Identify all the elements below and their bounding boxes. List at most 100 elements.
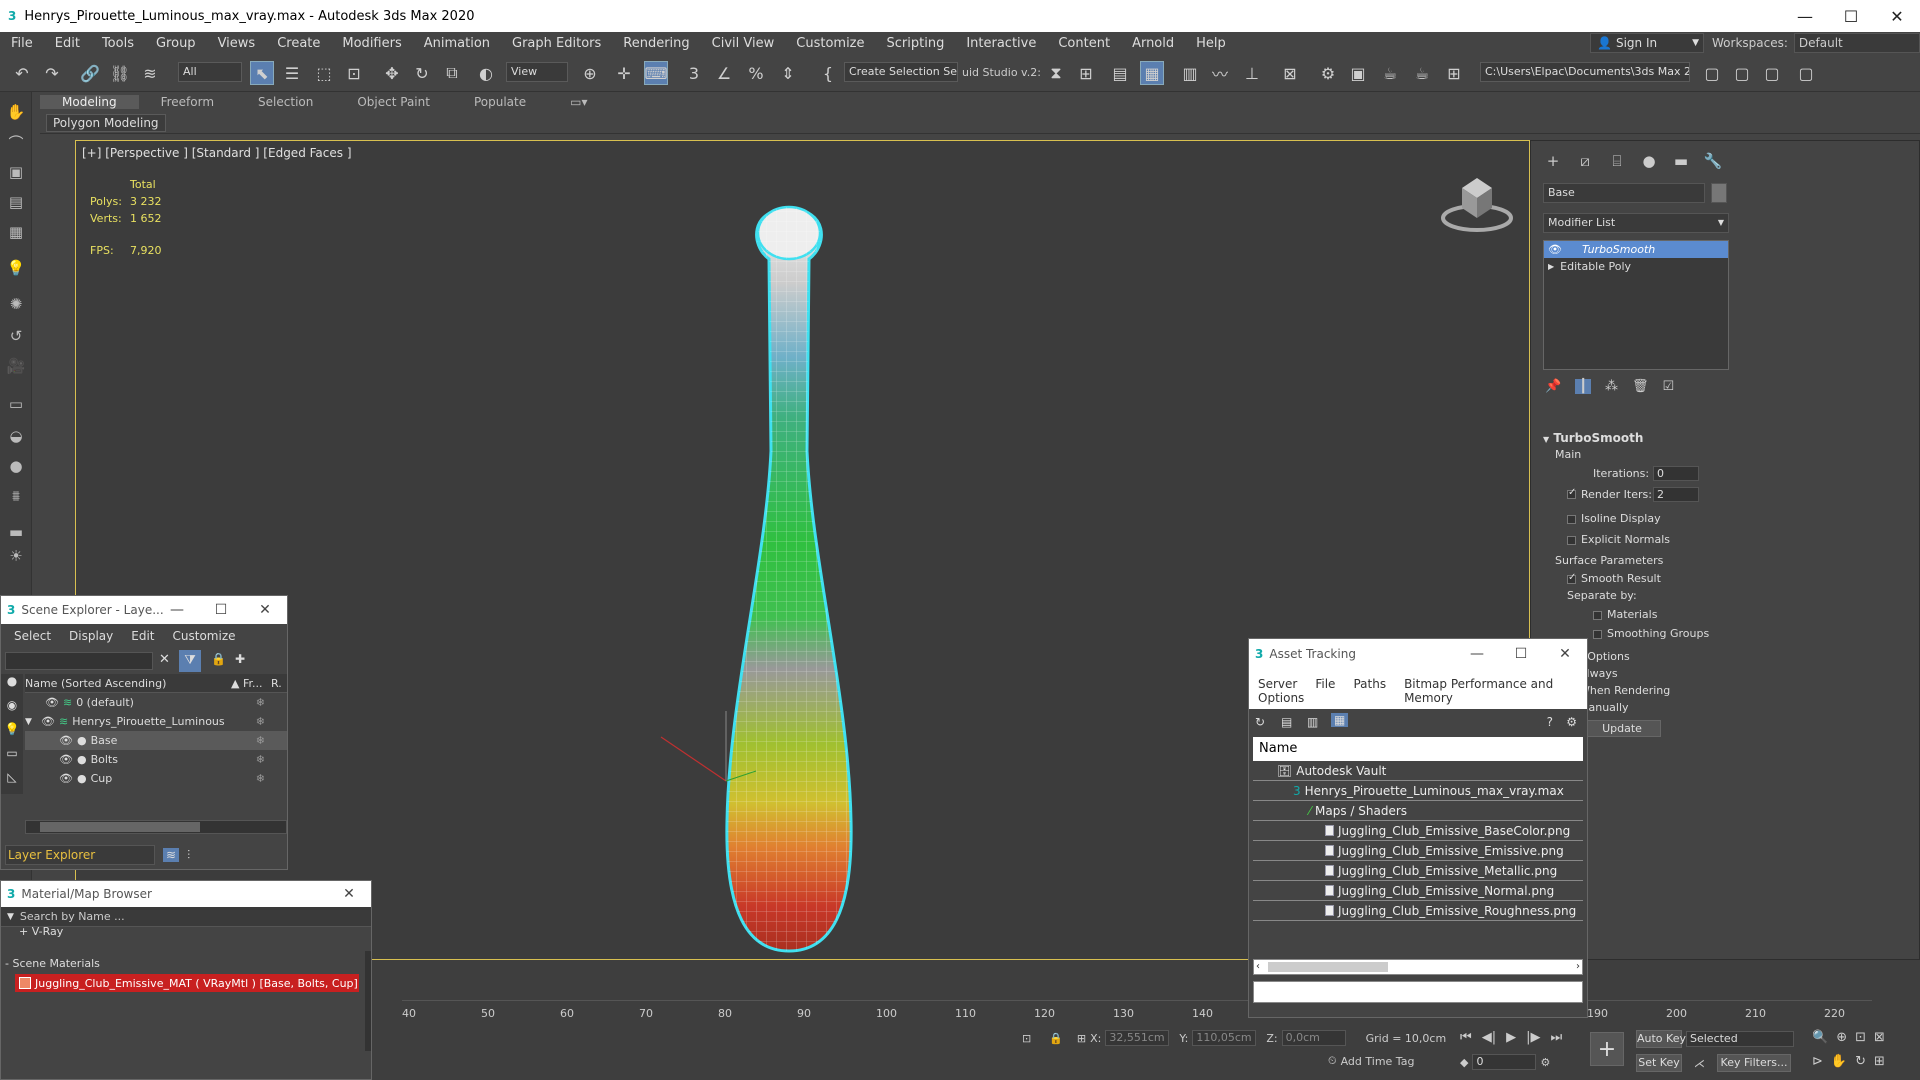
render-iters-spinner[interactable]: 2 — [1653, 487, 1699, 502]
clear-icon[interactable]: ✕ — [159, 652, 170, 667]
auto-backup-icon[interactable]: ▢ — [1760, 61, 1784, 85]
menu-animation[interactable]: Animation — [413, 36, 501, 51]
help-icon[interactable]: ? — [1547, 715, 1553, 729]
zoom-extents-all-icon[interactable]: ⊠ — [1874, 1030, 1885, 1045]
menu-modifiers[interactable]: Modifiers — [331, 36, 412, 51]
eye-icon[interactable]: 👁 — [59, 734, 73, 747]
key-tangent-icon[interactable]: ⋌ — [1694, 1057, 1705, 1070]
make-unique-icon[interactable]: ⁂ — [1605, 379, 1618, 394]
edit-named-selection-icon[interactable]: { — [816, 61, 840, 85]
tree-row-henrys-layer[interactable]: ▼ 👁 ≋ Henrys_Pirouette_Luminous ❄ — [25, 712, 287, 731]
smoothing-groups-checkbox[interactable] — [1593, 629, 1602, 639]
move-icon[interactable]: ✥ — [380, 61, 404, 85]
key-selection-select[interactable]: Selected — [1686, 1031, 1794, 1047]
reference-coordinate-select[interactable]: View — [506, 62, 568, 82]
menu-options[interactable]: Options — [1249, 691, 1313, 709]
expand-arrow-icon[interactable]: ▶ — [1548, 258, 1554, 275]
orbit-icon[interactable]: ↻ — [1855, 1054, 1866, 1069]
align-icon[interactable]: ⊞ — [1074, 61, 1098, 85]
tree-row-cup[interactable]: 👁 ● Cup ❄ — [25, 769, 287, 788]
absolute-mode-icon[interactable]: ⊞ — [1077, 1032, 1086, 1045]
asset-row[interactable]: Juggling_Club_Emissive_Emissive.png — [1253, 841, 1583, 861]
spinner-snap-icon[interactable]: ⇕ — [776, 61, 800, 85]
go-to-end-icon[interactable]: ⏭ — [1550, 1030, 1562, 1045]
render-iters-checkbox[interactable] — [1567, 487, 1576, 499]
menu-edit[interactable]: Edit — [44, 36, 91, 51]
project-folder-icon[interactable]: ▢ — [1700, 61, 1724, 85]
maximize-button[interactable]: ☐ — [199, 596, 243, 624]
render-setup-icon[interactable]: ▣ — [1346, 61, 1370, 85]
menu-help[interactable]: Help — [1185, 36, 1237, 51]
add-time-tag-label[interactable]: Add Time Tag — [1341, 1055, 1415, 1068]
time-ruler[interactable]: 4050607080901001101201301401501601701801… — [402, 1000, 1872, 1020]
viewcube-icon[interactable] — [1440, 170, 1514, 236]
display-lights-icon[interactable]: 💡 — [1, 722, 23, 746]
key-filters-button[interactable]: Key Filters... — [1717, 1054, 1791, 1072]
menu-interactive[interactable]: Interactive — [955, 36, 1047, 51]
freeze-icon[interactable]: ❄ — [256, 696, 265, 709]
display-cameras-icon[interactable]: ▭ — [1, 746, 23, 770]
asset-name-column-header[interactable]: Name — [1253, 737, 1583, 761]
vertical-scrollbar[interactable] — [365, 951, 371, 1051]
menu-group[interactable]: Group — [145, 36, 207, 51]
play-icon[interactable]: ▶ — [1506, 1030, 1516, 1045]
close-button[interactable]: ✕ — [327, 881, 371, 907]
explicit-normals-checkbox[interactable] — [1567, 535, 1576, 545]
menu-views[interactable]: Views — [207, 36, 267, 51]
scrollbar-thumb[interactable] — [1268, 962, 1388, 972]
isolate-selection-icon[interactable]: ⊡ — [1022, 1032, 1031, 1045]
menu-customize[interactable]: Customize — [164, 629, 245, 643]
minimize-button[interactable]: — — [1455, 639, 1499, 669]
angle-snap-icon[interactable]: ∠ — [712, 61, 736, 85]
display-none-icon[interactable]: ● — [1, 674, 23, 698]
asset-row[interactable]: Juggling_Club_Emissive_BaseColor.png — [1253, 821, 1583, 841]
show-end-result-icon[interactable]: ┃ — [1575, 379, 1592, 394]
workspaces-select[interactable]: Default — [1793, 33, 1920, 53]
when-rendering-radio[interactable]: When Rendering — [1579, 684, 1763, 697]
sphere-icon[interactable]: ● — [4, 454, 28, 478]
ribbon-options-icon[interactable]: ▭▾ — [548, 95, 609, 109]
grass-icon[interactable]: ⩩ — [4, 484, 28, 508]
layer-manager-icon[interactable]: ▤ — [1108, 61, 1132, 85]
select-object-icon[interactable]: ⬉ — [250, 61, 274, 85]
iterations-spinner[interactable]: 0 — [1653, 466, 1699, 481]
current-frame-field[interactable]: 0 — [1472, 1054, 1537, 1070]
menu-scripting[interactable]: Scripting — [876, 36, 956, 51]
display-helpers-icon[interactable]: ◺ — [1, 770, 23, 794]
open-project-icon[interactable]: ▢ — [1730, 61, 1754, 85]
modifier-list-dropdown[interactable]: Modifier List ▼ — [1543, 213, 1729, 233]
scene-materials-header[interactable]: - Scene Materials — [1, 957, 371, 970]
close-button[interactable]: ✕ — [243, 596, 287, 624]
object-name-field[interactable]: Base — [1543, 183, 1705, 203]
eye-icon[interactable]: 👁 — [41, 715, 55, 728]
image-icon[interactable]: ▣ — [4, 160, 28, 184]
asset-row[interactable]: Juggling_Club_Emissive_Normal.png — [1253, 881, 1583, 901]
scene-explorer-icon[interactable]: ▥ — [1178, 61, 1202, 85]
isoline-display-checkbox[interactable] — [1567, 514, 1576, 524]
bind-space-warp-icon[interactable]: ≋ — [138, 61, 162, 85]
list-view-icon[interactable]: ▤ — [1281, 715, 1292, 729]
pan-icon[interactable]: ✋ — [1831, 1054, 1847, 1069]
explorer-type-select[interactable]: Layer Explorer — [5, 845, 155, 865]
freeze-icon[interactable]: ❄ — [256, 772, 265, 785]
zoom-extents-icon[interactable]: ⊡ — [1855, 1030, 1866, 1045]
asset-row[interactable]: 🗄 Autodesk Vault — [1253, 761, 1583, 781]
tab-object-paint[interactable]: Object Paint — [335, 95, 452, 109]
menu-arnold[interactable]: Arnold — [1121, 36, 1185, 51]
zoom-icon[interactable]: 🔍 — [1812, 1030, 1828, 1045]
eye-icon[interactable]: 👁 — [45, 696, 59, 709]
name-column-header[interactable]: Name (Sorted Ascending) — [25, 677, 231, 690]
named-selection-set-select[interactable]: Create Selection Se — [844, 62, 958, 82]
filter-icon[interactable]: ⧩ — [179, 650, 201, 672]
dome-icon[interactable]: ⌒ — [4, 130, 28, 154]
rect-selection-icon[interactable]: ⬚ — [312, 61, 336, 85]
z-coordinate-field[interactable]: 0,0cm — [1281, 1030, 1346, 1046]
menu-graph-editors[interactable]: Graph Editors — [501, 36, 612, 51]
motion-panel-icon[interactable]: ● — [1637, 149, 1661, 173]
sun-light-icon[interactable]: ☀ — [4, 544, 28, 568]
menu-tools[interactable]: Tools — [91, 36, 145, 51]
rendered-frame-window-icon[interactable]: ☕ — [1378, 61, 1402, 85]
scale-icon[interactable]: ⧉ — [440, 61, 464, 85]
go-to-start-icon[interactable]: ⏮ — [1460, 1030, 1472, 1045]
asset-row[interactable]: Juggling_Club_Emissive_Metallic.png — [1253, 861, 1583, 881]
